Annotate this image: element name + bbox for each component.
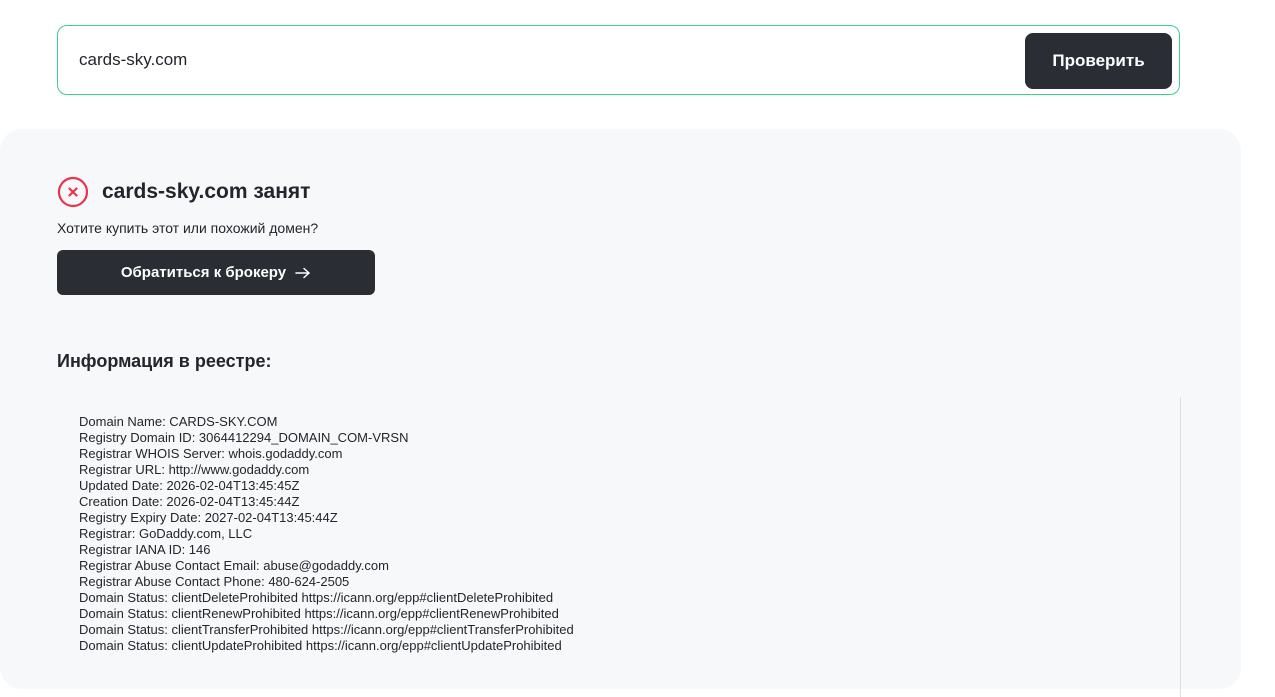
buy-prompt-text: Хотите купить этот или похожий домен? xyxy=(57,220,319,236)
whois-line: Registrar URL: http://www.godaddy.com xyxy=(79,462,310,477)
contact-broker-button[interactable]: Обратиться к брокеру xyxy=(57,250,375,295)
domain-search-bar: Проверить xyxy=(57,25,1180,95)
whois-line: Domain Status: clientDeleteProhibited ht… xyxy=(79,590,554,605)
whois-line: Registrar Abuse Contact Email: abuse@god… xyxy=(79,558,389,573)
whois-line: Domain Name: CARDS-SKY.COM xyxy=(79,414,278,429)
whois-line: Registrar Abuse Contact Phone: 480-624-2… xyxy=(79,574,350,589)
whois-line: Updated Date: 2026-02-04T13:45:45Z xyxy=(79,478,300,493)
whois-line: Domain Status: clientTransferProhibited … xyxy=(79,622,574,637)
whois-line: Registry Expiry Date: 2027-02-04T13:45:4… xyxy=(79,510,338,525)
status-row: cards-sky.com занят xyxy=(57,176,310,208)
whois-line: Domain Status: clientRenewProhibited htt… xyxy=(79,606,559,621)
whois-record-list: Domain Name: CARDS-SKY.COM Registry Doma… xyxy=(79,414,574,654)
check-button[interactable]: Проверить xyxy=(1025,33,1172,89)
whois-record-box: Domain Name: CARDS-SKY.COM Registry Doma… xyxy=(57,397,1181,697)
arrow-right-icon xyxy=(295,267,310,278)
registry-heading: Информация в реестре: xyxy=(57,351,272,371)
whois-line: Creation Date: 2026-02-04T13:45:44Z xyxy=(79,494,300,509)
domain-search-input[interactable] xyxy=(79,26,1009,94)
contact-broker-label: Обратиться к брокеру xyxy=(120,264,287,281)
whois-line: Registrar: GoDaddy.com, LLC xyxy=(79,526,253,541)
whois-line: Registrar IANA ID: 146 xyxy=(79,542,211,557)
whois-line: Registry Domain ID: 3064412294_DOMAIN_CO… xyxy=(79,430,409,445)
status-title: cards-sky.com занят xyxy=(102,180,311,203)
close-circle-icon xyxy=(57,176,89,208)
whois-line: Domain Status: clientUpdateProhibited ht… xyxy=(79,638,562,653)
result-panel: cards-sky.com занят Хотите купить этот и… xyxy=(0,129,1241,697)
whois-line: Registrar WHOIS Server: whois.godaddy.co… xyxy=(79,446,343,461)
